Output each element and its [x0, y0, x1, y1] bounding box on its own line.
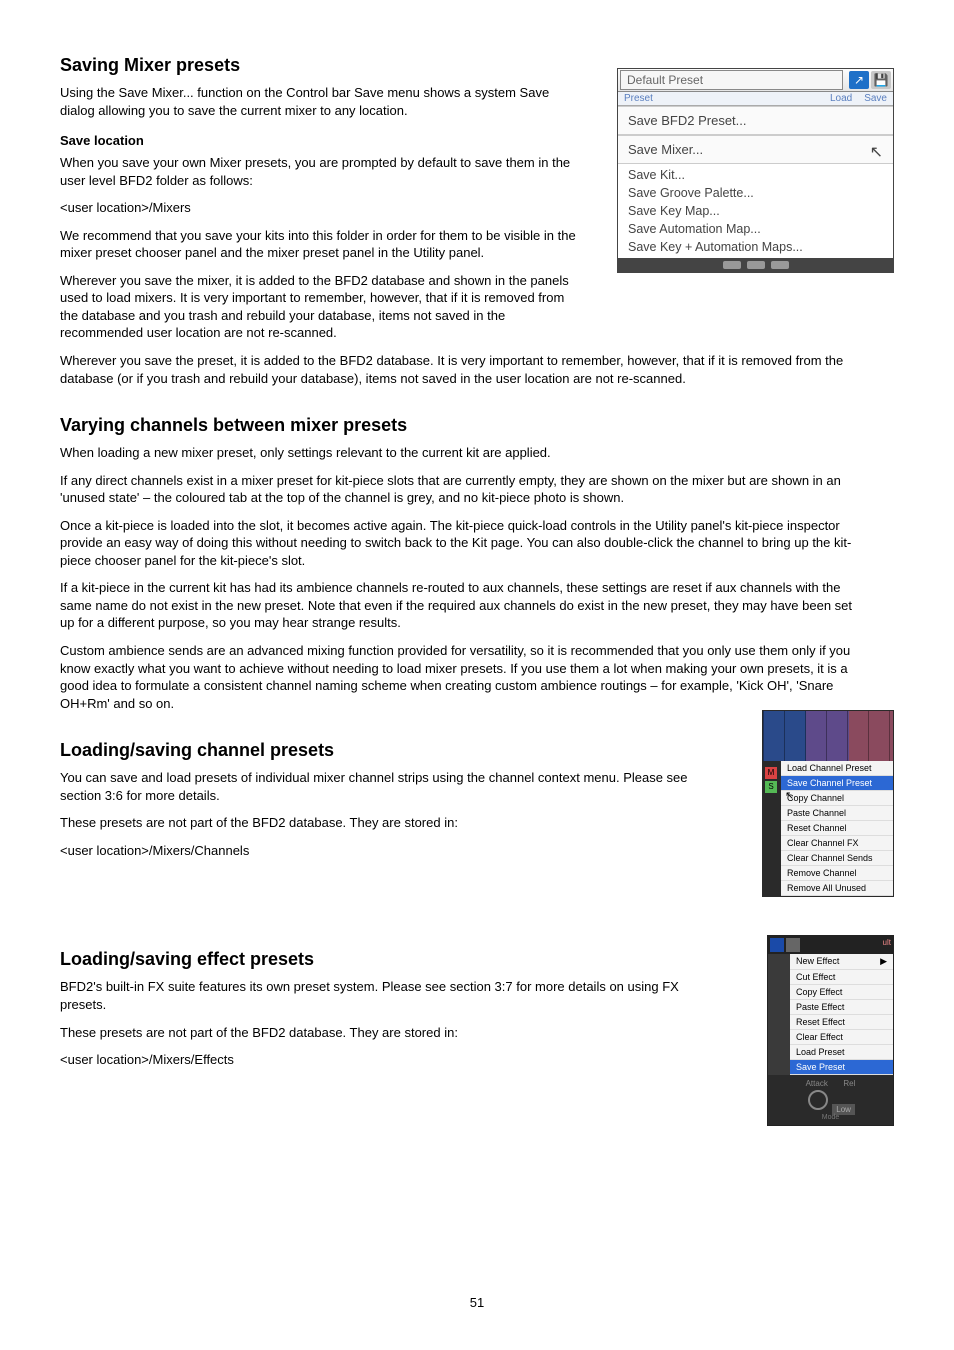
menu-item-paste-effect[interactable]: Paste Effect	[790, 1000, 893, 1015]
menu-item-cut-effect[interactable]: Cut Effect	[790, 970, 893, 985]
menu-item-save-mixer[interactable]: Save Mixer... ↖	[618, 135, 893, 164]
menu-item-copy-channel[interactable]: Copy Channel	[781, 791, 893, 806]
paragraph: Custom ambience sends are an advanced mi…	[60, 642, 860, 712]
menu-item-load-channel-preset[interactable]: Load Channel Preset	[781, 761, 893, 776]
page-number: 51	[0, 1295, 954, 1310]
paragraph: Wherever you save the mixer, it is added…	[60, 272, 580, 342]
label-rel: Rel	[843, 1079, 855, 1088]
menu-item-reset-effect[interactable]: Reset Effect	[790, 1015, 893, 1030]
figure-effect-context-menu: ult New Effect ▶ Cut Effect Copy Effect …	[767, 935, 894, 1126]
cursor-icon: ↖	[870, 142, 883, 162]
toolbar-bottom	[618, 258, 893, 272]
label-save: Save	[864, 93, 887, 104]
path-text: <user location>/Mixers	[60, 199, 580, 217]
menu-item-save-bfd2-preset[interactable]: Save BFD2 Preset...	[618, 106, 893, 135]
menu-item-copy-effect[interactable]: Copy Effect	[790, 985, 893, 1000]
paragraph: BFD2's built-in FX suite features its ow…	[60, 978, 700, 1013]
paragraph: These presets are not part of the BFD2 d…	[60, 814, 700, 832]
paragraph: When loading a new mixer preset, only se…	[60, 444, 860, 462]
menu-item-save-channel-preset[interactable]: Save Channel Preset	[781, 776, 893, 791]
label-preset: Preset	[624, 93, 830, 104]
fx-slot-icon[interactable]	[786, 938, 800, 952]
menu-item-paste-channel[interactable]: Paste Channel	[781, 806, 893, 821]
cursor-icon: ↖	[785, 789, 794, 802]
channel-strips	[763, 711, 893, 761]
label-mode: Mode	[772, 1114, 889, 1121]
paragraph: If a kit-piece in the current kit has ha…	[60, 579, 860, 632]
mute-button[interactable]: M	[765, 767, 777, 779]
paragraph: If any direct channels exist in a mixer …	[60, 472, 860, 507]
heading-varying-channels: Varying channels between mixer presets	[60, 415, 894, 436]
submenu-arrow-icon: ▶	[880, 956, 887, 967]
paragraph: Using the Save Mixer... function on the …	[60, 84, 580, 119]
figure-save-menu: Default Preset ↗ 💾 Preset Load Save Save…	[617, 68, 894, 273]
menu-item-clear-channel-sends[interactable]: Clear Channel Sends	[781, 851, 893, 866]
menu-item-label: Save Mixer...	[628, 142, 703, 157]
paragraph: These presets are not part of the BFD2 d…	[60, 1024, 700, 1042]
fx-slot-icon[interactable]	[770, 938, 784, 952]
label-attack: Attack	[806, 1079, 828, 1088]
menu-item-save-groove-palette[interactable]: Save Groove Palette...	[618, 184, 893, 202]
open-icon[interactable]: ↗	[849, 71, 869, 89]
menu-item-clear-effect[interactable]: Clear Effect	[790, 1030, 893, 1045]
paragraph: Once a kit-piece is loaded into the slot…	[60, 517, 860, 570]
menu-item-save-key-map[interactable]: Save Key Map...	[618, 202, 893, 220]
menu-item-save-automation-map[interactable]: Save Automation Map...	[618, 220, 893, 238]
menu-item-new-effect[interactable]: New Effect ▶	[790, 954, 893, 970]
menu-item-save-key-automation-maps[interactable]: Save Key + Automation Maps...	[618, 238, 893, 256]
menu-item-remove-channel[interactable]: Remove Channel	[781, 866, 893, 881]
menu-item-reset-channel[interactable]: Reset Channel	[781, 821, 893, 836]
label-ult: ult	[883, 938, 891, 952]
label-load: Load	[830, 93, 852, 104]
preset-field[interactable]: Default Preset	[620, 70, 843, 90]
menu-item-save-preset[interactable]: Save Preset	[790, 1060, 893, 1075]
menu-item-label: New Effect	[796, 956, 839, 967]
menu-item-save-kit[interactable]: Save Kit...	[618, 166, 893, 184]
menu-item-load-preset[interactable]: Load Preset	[790, 1045, 893, 1060]
paragraph: You can save and load presets of individ…	[60, 769, 700, 804]
knob-icon[interactable]	[808, 1090, 828, 1110]
menu-item-remove-all-unused[interactable]: Remove All Unused	[781, 881, 893, 896]
paragraph: When you save your own Mixer presets, yo…	[60, 154, 580, 189]
save-icon[interactable]: 💾	[871, 71, 891, 89]
menu-item-clear-channel-fx[interactable]: Clear Channel FX	[781, 836, 893, 851]
paragraph: Wherever you save the preset, it is adde…	[60, 352, 860, 387]
figure-channel-context-menu: M S Load Channel Preset Save Channel Pre…	[762, 710, 894, 897]
paragraph: We recommend that you save your kits int…	[60, 227, 580, 262]
solo-button[interactable]: S	[765, 781, 777, 793]
